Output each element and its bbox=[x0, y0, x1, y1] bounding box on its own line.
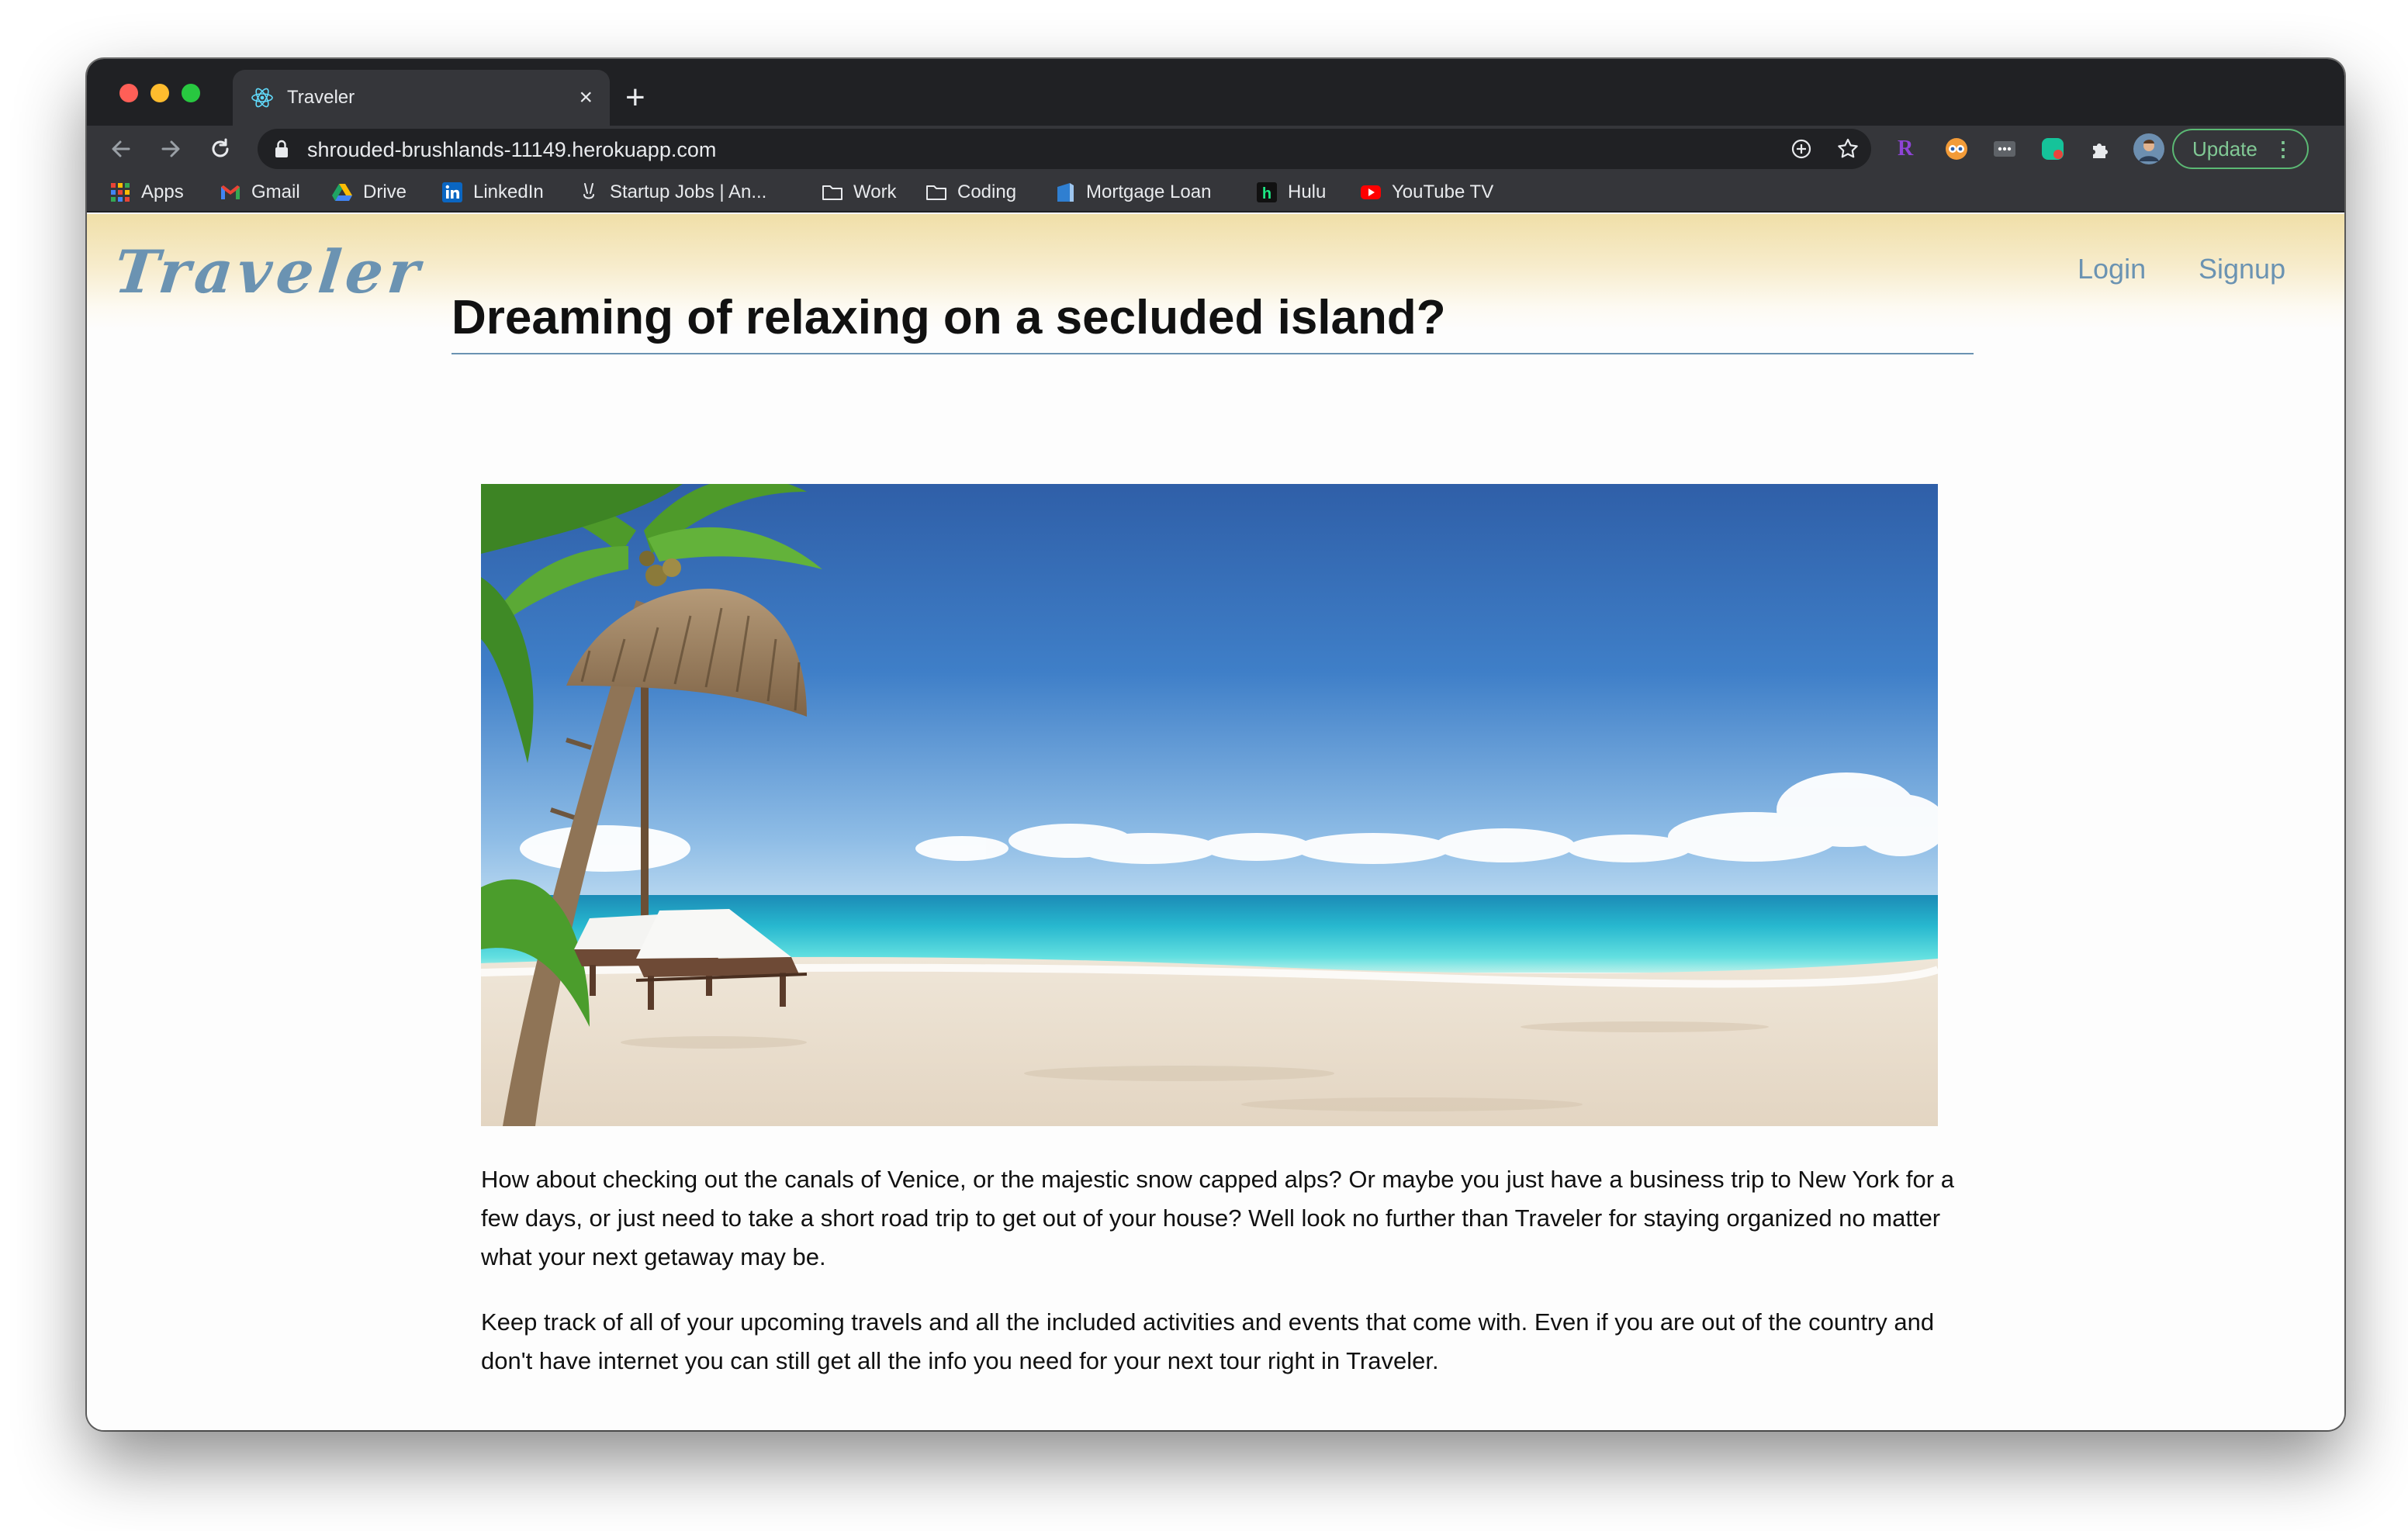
minimize-window-button[interactable] bbox=[150, 84, 169, 102]
new-tab-button[interactable]: + bbox=[625, 79, 645, 116]
bookmark-apps[interactable]: Apps bbox=[109, 180, 184, 205]
extension-eyes-icon[interactable] bbox=[1944, 137, 1969, 161]
extension-grammarly-icon[interactable] bbox=[2040, 137, 2065, 161]
tab-strip: Traveler × + bbox=[87, 59, 2344, 126]
update-label: Update bbox=[2192, 137, 2258, 161]
extension-r-icon[interactable]: R bbox=[1898, 137, 1922, 161]
login-link[interactable]: Login bbox=[2078, 253, 2146, 285]
signup-link[interactable]: Signup bbox=[2199, 253, 2285, 285]
bookmark-label: Drive bbox=[363, 181, 407, 202]
site-logo[interactable]: Traveler bbox=[111, 237, 427, 306]
apps-grid-icon bbox=[111, 183, 130, 202]
bookmark-folder-work[interactable]: Work bbox=[821, 180, 897, 205]
update-button[interactable]: Update ⋮ bbox=[2172, 129, 2309, 169]
linkedin-icon bbox=[442, 182, 462, 202]
window-controls bbox=[119, 84, 200, 102]
folder-icon bbox=[822, 185, 842, 200]
url-text[interactable]: shrouded-brushlands-11149.herokuapp.com bbox=[307, 138, 716, 162]
bookmark-label: Coding bbox=[957, 181, 1017, 202]
bookmark-label: Apps bbox=[141, 181, 184, 202]
page-content: Traveler Login Signup Dreaming of relaxi… bbox=[87, 214, 2344, 1430]
bookmark-label: LinkedIn bbox=[473, 181, 544, 202]
bookmark-linkedin[interactable]: LinkedIn bbox=[441, 180, 544, 205]
address-bar[interactable]: shrouded-brushlands-11149.herokuapp.com bbox=[258, 129, 1871, 169]
maximize-window-button[interactable] bbox=[182, 84, 200, 102]
extensions-puzzle-icon[interactable] bbox=[2088, 137, 2113, 161]
hulu-icon: h bbox=[1257, 182, 1277, 202]
folder-icon bbox=[926, 185, 946, 200]
bookmark-label: Work bbox=[853, 181, 897, 202]
intro-paragraph: How about checking out the canals of Ven… bbox=[481, 1166, 1954, 1270]
profile-avatar[interactable] bbox=[2133, 133, 2164, 164]
bookmark-star-icon[interactable] bbox=[1835, 137, 1860, 161]
close-tab-icon[interactable]: × bbox=[579, 86, 593, 109]
bookmarks-bar: Apps Gmail Drive LinkedIn Startup Jobs |… bbox=[87, 172, 2344, 213]
bookmark-label: Hulu bbox=[1288, 181, 1327, 202]
bookmark-startup-jobs[interactable]: Startup Jobs | An... bbox=[577, 180, 766, 205]
react-atom-icon bbox=[251, 88, 273, 108]
lock-icon[interactable] bbox=[275, 140, 289, 158]
hero-beach-image bbox=[481, 484, 1938, 1126]
bookmark-gmail[interactable]: Gmail bbox=[219, 180, 300, 205]
mortgage-icon bbox=[1057, 183, 1074, 202]
menu-dots-icon[interactable]: ⋮ bbox=[2273, 138, 2293, 160]
close-window-button[interactable] bbox=[119, 84, 138, 102]
startup-jobs-icon bbox=[583, 183, 594, 199]
install-app-icon[interactable] bbox=[1789, 137, 1814, 161]
bookmark-youtube-tv[interactable]: YouTube TV bbox=[1359, 180, 1493, 205]
page-title: Dreaming of relaxing on a secluded islan… bbox=[452, 290, 1974, 354]
bookmark-hulu[interactable]: h Hulu bbox=[1255, 180, 1326, 205]
extension-more-icon[interactable] bbox=[1992, 137, 2017, 161]
bookmark-mortgage-loan[interactable]: Mortgage Loan bbox=[1054, 180, 1211, 205]
features-paragraph: Keep track of all of your upcoming trave… bbox=[481, 1308, 1935, 1374]
bookmark-folder-coding[interactable]: Coding bbox=[925, 180, 1016, 205]
browser-toolbar: shrouded-brushlands-11149.herokuapp.com … bbox=[87, 126, 2344, 172]
browser-window: Traveler × + shrouded-brushlands-11149.h… bbox=[87, 59, 2344, 1430]
reload-icon[interactable] bbox=[205, 133, 236, 164]
bookmark-drive[interactable]: Drive bbox=[330, 180, 407, 205]
bookmark-label: Gmail bbox=[251, 181, 300, 202]
youtube-tv-icon bbox=[1361, 185, 1381, 199]
bookmark-label: Startup Jobs | An... bbox=[610, 181, 767, 202]
tab-title: Traveler bbox=[287, 87, 355, 108]
svg-text:h: h bbox=[1262, 185, 1271, 202]
back-arrow-icon[interactable] bbox=[106, 133, 137, 164]
forward-arrow-icon[interactable] bbox=[155, 133, 186, 164]
drive-icon bbox=[332, 184, 352, 201]
tab-traveler[interactable]: Traveler × bbox=[233, 70, 610, 126]
gmail-icon bbox=[221, 185, 240, 199]
bookmark-label: Mortgage Loan bbox=[1086, 181, 1212, 202]
bookmark-label: YouTube TV bbox=[1392, 181, 1494, 202]
